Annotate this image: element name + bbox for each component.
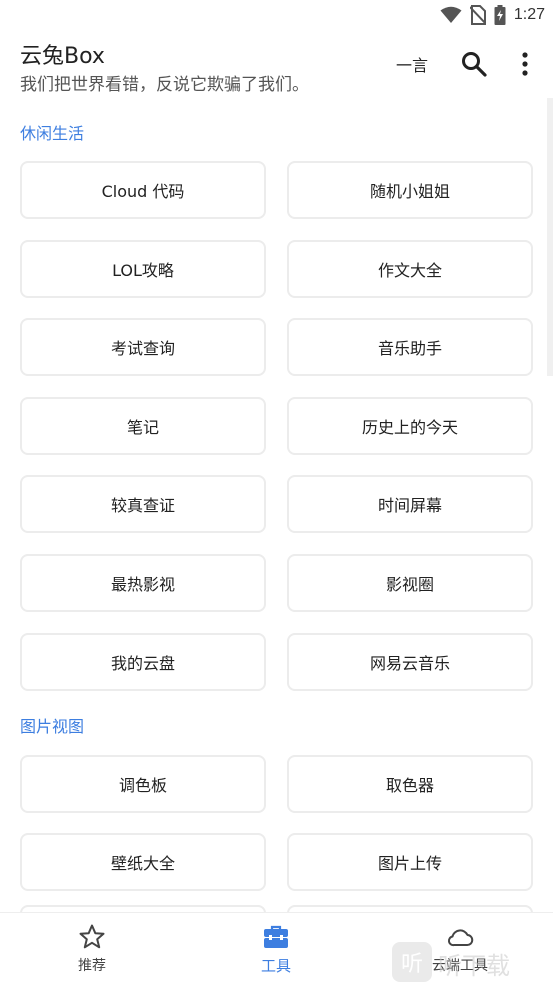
scrollbar[interactable]: [547, 98, 553, 376]
search-icon[interactable]: [460, 50, 488, 78]
tool-card[interactable]: 我的云盘: [20, 633, 266, 691]
more-vert-icon[interactable]: [514, 50, 536, 78]
tool-card[interactable]: 随机小姐姐: [287, 161, 533, 219]
section-title-leisure: 休闲生活: [20, 124, 85, 143]
status-time: 1:27: [513, 6, 545, 23]
no-sim-icon: [469, 5, 486, 25]
nav-label: 工具: [260, 957, 291, 975]
tool-card[interactable]: 取色器: [287, 755, 533, 813]
wifi-icon: [440, 6, 462, 23]
toolbox-icon: [264, 925, 288, 948]
tool-card[interactable]: 壁纸大全: [20, 833, 266, 891]
watermark-badge: 听: [392, 942, 432, 982]
app-subtitle: 我们把世界看错，反说它欺骗了我们。: [20, 75, 309, 95]
yiyan-button[interactable]: 一言: [396, 52, 428, 76]
tool-card[interactable]: 历史上的今天: [287, 397, 533, 455]
app-bar: 云兔Box 我们把世界看错，反说它欺骗了我们。 一言: [0, 30, 553, 98]
tool-card[interactable]: 考试查询: [20, 318, 266, 376]
tool-card[interactable]: 作文大全: [287, 240, 533, 298]
tool-card[interactable]: 网易云音乐: [287, 633, 533, 691]
tool-card[interactable]: LOL攻略: [20, 240, 266, 298]
tool-card[interactable]: 笔记: [20, 397, 266, 455]
watermark: 听 听下载: [392, 938, 553, 983]
tool-card[interactable]: 最热影视: [20, 554, 266, 612]
tool-card[interactable]: 图片上传: [287, 833, 533, 891]
tool-card[interactable]: 调色板: [20, 755, 266, 813]
tool-card[interactable]: Cloud 代码: [20, 161, 266, 219]
section-title-image: 图片视图: [20, 717, 85, 736]
star-outline-icon: [79, 924, 105, 949]
tool-card[interactable]: 音乐助手: [287, 318, 533, 376]
tool-card[interactable]: 时间屏幕: [287, 475, 533, 533]
battery-charging-icon: [494, 5, 506, 25]
app-title: 云兔Box: [20, 44, 105, 69]
status-icons: 1:27: [440, 4, 545, 26]
nav-item-tools[interactable]: 工具: [184, 913, 368, 983]
nav-item-recommend[interactable]: 推荐: [0, 913, 184, 983]
tool-card[interactable]: 较真查证: [20, 475, 266, 533]
watermark-text: 听下载: [438, 952, 510, 980]
status-bar: 1:27: [0, 0, 553, 30]
tool-card[interactable]: 影视圈: [287, 554, 533, 612]
nav-label: 推荐: [78, 958, 106, 974]
